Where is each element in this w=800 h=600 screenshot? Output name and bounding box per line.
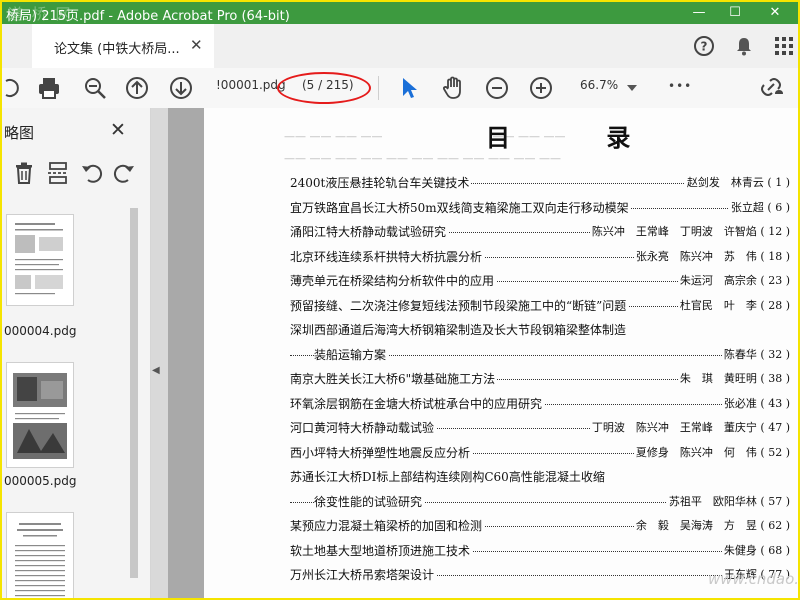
hand-tool-icon[interactable]: [440, 74, 466, 102]
delete-trash-icon[interactable]: [12, 160, 36, 186]
notifications-bell-icon[interactable]: [732, 34, 756, 58]
more-tools-button[interactable]: •••: [668, 79, 692, 93]
thumbnail-label-5: 000005.pdg: [4, 474, 77, 488]
toc-entry-title: 深圳西部通道后海湾大桥钢箱梁制造及长大节段钢箱梁整体制造: [290, 321, 629, 338]
toc-entry-title: 万州长江大桥吊索塔架设计: [290, 566, 437, 583]
toc-entry: 软土地基大型地道桥顶进施工技术 朱健身 ( 68 ): [290, 541, 790, 560]
bleed-through-text: —— —— —— —— —— —— —— —— —— —— ——: [284, 152, 561, 165]
next-page-icon[interactable]: [168, 74, 194, 102]
toc-entry: 薄壳单元在桥梁结构分析软件中的应用 朱运河 高宗余 ( 23 ): [290, 272, 790, 290]
main-toolbar: !00001.pdg (5 / 215) 66.7% •••: [2, 68, 798, 109]
toc-entry: 深圳西部通道后海湾大桥钢箱梁制造及长大节段钢箱梁整体制造: [290, 321, 790, 339]
pane-close-icon[interactable]: ✕: [110, 119, 126, 141]
thumbnail-pane: 略图 ✕ 000004.pdg 000005.pdg: [2, 108, 151, 598]
rotate-right-icon[interactable]: [112, 160, 136, 186]
toc-entry: 装船运输方案 陈春华 ( 32 ): [290, 345, 790, 364]
toolbar-divider: [378, 76, 379, 100]
toc-entry-title: 薄壳单元在桥梁结构分析软件中的应用: [290, 272, 497, 289]
toc-entry-authors: 夏修身 陈兴冲 何 伟 ( 52 ): [633, 443, 790, 460]
previous-page-icon[interactable]: [124, 74, 150, 102]
rotate-left-icon[interactable]: [80, 160, 104, 186]
toc-entry: 徐变性能的试验研究 苏祖平 欧阳华林 ( 57 ): [290, 492, 790, 511]
toc-entry-title: 涌阳江特大桥静动载试验研究: [290, 223, 449, 240]
red-highlight-ellipse: [277, 72, 371, 104]
close-window-button[interactable]: ✕: [760, 2, 790, 24]
toc-entry-title: 装船运输方案: [314, 345, 389, 363]
thumbnail-scrollbar[interactable]: [130, 208, 138, 578]
site-corner-watermark: www.cndao.com: [708, 570, 798, 588]
apps-grid-icon[interactable]: [772, 34, 796, 58]
toc-entry: 西小坪特大桥弹塑性地震反应分析 夏修身 陈兴冲 何 伟 ( 52 ): [290, 443, 790, 462]
toc-entry-authors: 张立超 ( 6 ): [728, 198, 790, 215]
thumbnail-label-4: 000004.pdg: [4, 324, 77, 338]
extract-pages-icon[interactable]: [46, 160, 70, 186]
zoom-dropdown-chevron-icon[interactable]: [626, 82, 638, 94]
print-icon[interactable]: [36, 74, 62, 102]
toc-entry: 预留接缝、二次浇注修复短线法预制节段梁施工中的“断链”问题 杜官民 叶 李 ( 2…: [290, 296, 790, 315]
pane-title: 略图: [4, 124, 35, 142]
svg-text:?: ?: [701, 40, 708, 54]
toc-entry-authors: 张必准 ( 43 ): [721, 394, 790, 411]
collapse-pane-chevron-icon[interactable]: ◀: [152, 365, 160, 376]
toc-entry-title: 苏通长江大桥DI标上部结构连续刚构C60高性能混凝土收缩: [290, 468, 607, 485]
save-icon[interactable]: [2, 76, 20, 100]
toc-entry: 环氧涂层钢筋在金塘大桥试桩承台中的应用研究 张必准 ( 43 ): [290, 394, 790, 413]
toc-entry: 2400t液压悬挂轮轨台车关键技术 赵剑发 林青云 ( 1 ): [290, 174, 790, 192]
document-tab[interactable]: 论文集 (中铁大桥局... ✕: [32, 24, 214, 68]
toc-entry-authors: 朱 琪 黄旺明 ( 38 ): [677, 370, 790, 386]
toc-entry-authors: 张永亮 陈兴冲 苏 伟 ( 18 ): [633, 247, 790, 264]
toc-entry: 宜万铁路宜昌长江大桥50m双线简支箱梁施工双向走行移动模架 张立超 ( 6 ): [290, 198, 790, 217]
zoom-out-icon[interactable]: [484, 74, 510, 102]
toc-entry: 南京大胜关长江大桥6"墩基础施工方法 朱 琪 黄旺明 ( 38 ): [290, 370, 790, 388]
page-thumbnail-4[interactable]: [6, 214, 74, 306]
toc-heading: 目 录: [486, 123, 675, 152]
toc-entry: 涌阳江特大桥静动载试验研究 陈兴冲 王常峰 丁明波 许智焰 ( 12 ): [290, 223, 790, 241]
toc-entry-authors: 陈春华 ( 32 ): [721, 345, 790, 362]
toc-entry-title: 西小坪特大桥弹塑性地震反应分析: [290, 443, 473, 461]
toc-entry-title: 2400t液压悬挂轮轨台车关键技术: [290, 174, 472, 191]
page-number-field[interactable]: !00001.pdg: [216, 78, 286, 92]
tab-close-icon[interactable]: ✕: [190, 36, 203, 54]
toc-entry-title: 预留接缝、二次浇注修复短线法预制节段梁施工中的“断链”问题: [290, 296, 629, 314]
toc-entry-title: 徐变性能的试验研究: [314, 492, 425, 510]
toc-entry-authors: 丁明波 陈兴冲 王常峰 董庆宁 ( 47 ): [589, 419, 790, 435]
toc-entry-title: 宜万铁路宜昌长江大桥50m双线简支箱梁施工双向走行移动模架: [290, 198, 631, 216]
tab-label: 论文集 (中铁大桥局...: [54, 42, 180, 57]
toc-entry: 某预应力混凝土箱梁桥的加固和检测 余 毅 吴海涛 方 昱 ( 62 ): [290, 517, 790, 535]
toc-entry-title: 环氧涂层钢筋在金塘大桥试桩承台中的应用研究: [290, 394, 545, 412]
toc-entry-title: 某预应力混凝土箱梁桥的加固和检测: [290, 517, 485, 534]
acrobat-window: 道 桥 网 桥局) 215页.pdf - Adobe Acrobat Pro (…: [0, 0, 800, 600]
zoom-level-select[interactable]: 66.7%: [580, 78, 618, 92]
minimize-button[interactable]: —: [684, 2, 714, 24]
help-icon[interactable]: ?: [692, 34, 716, 58]
toc-entry: 苏通长江大桥DI标上部结构连续刚构C60高性能混凝土收缩: [290, 468, 790, 486]
toc-entry-authors: 苏祖平 欧阳华林 ( 57 ): [666, 492, 790, 509]
toc-entry: 河口黄河特大桥静动载试验 丁明波 陈兴冲 王常峰 董庆宁 ( 47 ): [290, 419, 790, 437]
toc-entry-authors: 余 毅 吴海涛 方 昱 ( 62 ): [633, 517, 790, 533]
window-title: 桥局) 215页.pdf - Adobe Acrobat Pro (64-bit…: [6, 9, 290, 24]
page-thumbnail-5[interactable]: [6, 362, 74, 468]
toc-entry-title: 软土地基大型地道桥顶进施工技术: [290, 541, 473, 559]
tab-bar: 论文集 (中铁大桥局... ✕ ?: [2, 24, 798, 69]
toc-entry-authors: 陈兴冲 王常峰 丁明波 许智焰 ( 12 ): [589, 223, 790, 239]
toc-entry-authors: 朱健身 ( 68 ): [721, 541, 790, 558]
toc-entry-authors: 杜官民 叶 李 ( 28 ): [677, 296, 790, 313]
share-link-icon[interactable]: [758, 74, 786, 102]
zoom-in-icon[interactable]: [528, 74, 554, 102]
previous-page-edge: [168, 108, 204, 598]
zoom-out-search-icon[interactable]: [82, 74, 108, 102]
toc-entry-title: 南京大胜关长江大桥6"墩基础施工方法: [290, 370, 498, 387]
title-bar: 道 桥 网 桥局) 215页.pdf - Adobe Acrobat Pro (…: [2, 2, 798, 24]
toc-entry: 北京环线连续系杆拱特大桥抗震分析 张永亮 陈兴冲 苏 伟 ( 18 ): [290, 247, 790, 266]
toc-entry-title: 河口黄河特大桥静动载试验: [290, 419, 437, 436]
toc-entry-authors: 朱运河 高宗余 ( 23 ): [677, 272, 790, 288]
page-thumbnail-6[interactable]: [6, 512, 74, 598]
toc-entry-title: 北京环线连续系杆拱特大桥抗震分析: [290, 247, 485, 265]
toc-entry-authors: 赵剑发 林青云 ( 1 ): [684, 174, 790, 190]
document-page: —— —— —— —— —— —— —— —— —— —— —— —— —— —…: [204, 108, 798, 598]
select-cursor-icon[interactable]: [398, 74, 420, 102]
maximize-button[interactable]: ☐: [720, 2, 750, 24]
